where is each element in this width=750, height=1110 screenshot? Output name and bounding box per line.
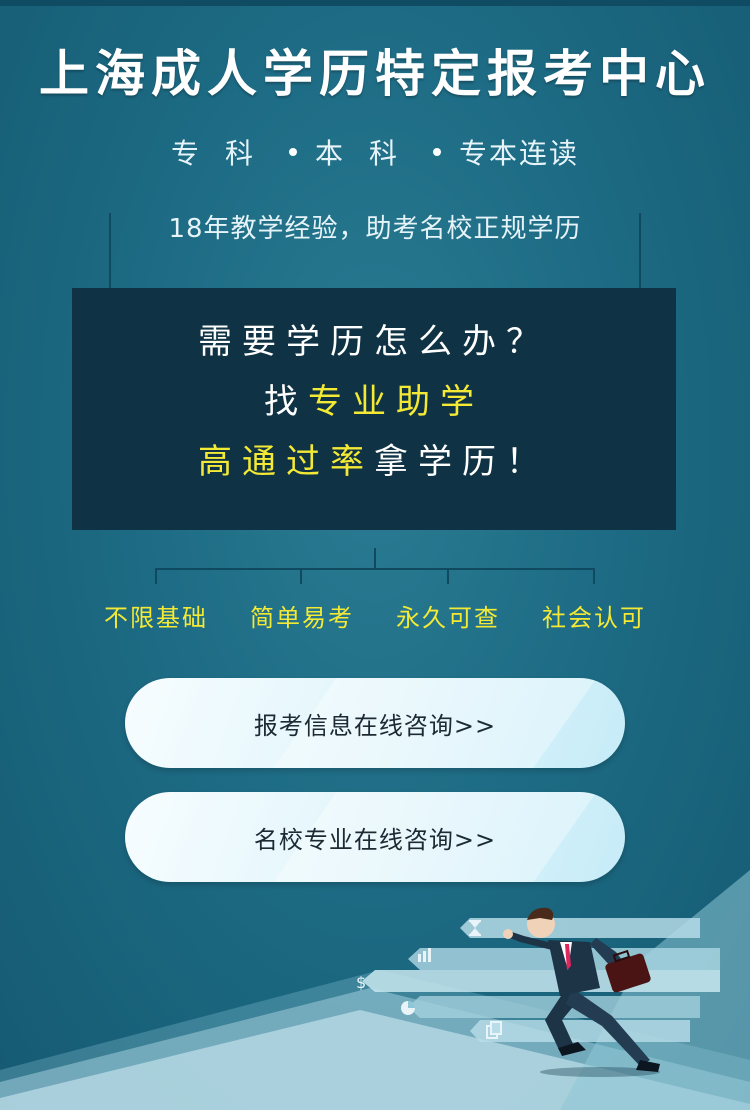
runner-illustration: $ (0, 870, 750, 1110)
arrow-bar (470, 1020, 690, 1042)
tree-branch (300, 568, 302, 584)
feature-item: 不限基础 (104, 604, 208, 632)
tagline: 18年教学经验，助考名校正规学历 (168, 214, 582, 244)
consult-info-button[interactable]: 报考信息在线咨询>> (125, 678, 625, 768)
tree-branch (155, 568, 157, 584)
tree-branch (447, 568, 449, 584)
separator-dot (433, 148, 441, 156)
tree-trunk (374, 548, 376, 568)
consult-info-label: 报考信息在线咨询>> (253, 711, 497, 740)
tree-branch (593, 568, 595, 584)
headline-box: 需要学历怎么办？ 找专业助学 高通过率拿学历！ (72, 288, 676, 530)
hanger-line-right (637, 213, 643, 295)
hanger-line-left (107, 213, 113, 295)
tree-bar (155, 568, 595, 570)
headline-highlight-professional: 专业助学 (308, 382, 484, 422)
headline-highlight-passrate: 高通过率 (198, 442, 374, 482)
headline-line-2: 找专业助学 (72, 372, 676, 432)
level-bachelor: 本科 (314, 137, 423, 170)
headline-line-3: 高通过率拿学历！ (72, 432, 676, 492)
dollar-icon: $ (356, 973, 366, 992)
headline-line-1: 需要学历怎么办？ (198, 322, 550, 362)
headline-suffix: 拿学历！ (374, 442, 550, 482)
level-continuous: 专本连读 (459, 137, 580, 170)
feature-item: 社会认可 (542, 604, 646, 632)
separator-dot (288, 148, 297, 156)
level-associate: 专科 (170, 137, 279, 170)
feature-item: 永久可查 (396, 604, 500, 632)
arrow-bar (362, 970, 720, 992)
education-levels: 专科 本科 专本连读 (0, 132, 750, 172)
pie-chart-icon (401, 1001, 415, 1015)
headline-prefix: 找 (264, 382, 308, 422)
feature-list: 不限基础 简单易考 永久可查 社会认可 (0, 598, 750, 638)
arrow-bar (460, 918, 700, 938)
feature-item: 简单易考 (250, 604, 354, 632)
top-border (0, 0, 750, 6)
page-title: 上海成人学历特定报考中心 (39, 45, 711, 103)
